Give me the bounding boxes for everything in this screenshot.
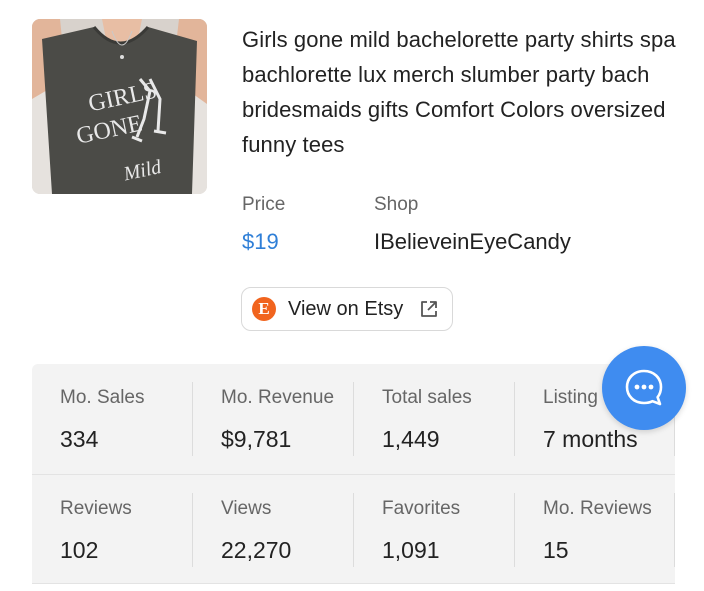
- stat-label: Reviews: [60, 498, 132, 519]
- stat-value: 102: [60, 537, 99, 563]
- shirt-illustration: GIRLS GONE Mild: [32, 19, 207, 194]
- stat-value: 1,449: [382, 426, 440, 452]
- stat-label: Mo. Reviews: [543, 498, 652, 519]
- stat-label: Listing: [543, 387, 598, 408]
- price-label: Price: [242, 194, 286, 215]
- chat-bubble-icon: [625, 369, 663, 406]
- stat-label: Views: [221, 498, 272, 519]
- price-value: $19: [242, 229, 279, 254]
- stats-row: Reviews 102 Views 22,270 Favorites 1,091…: [32, 474, 675, 584]
- stat-divider: [514, 382, 515, 456]
- product-image[interactable]: GIRLS GONE Mild: [32, 19, 207, 194]
- stat-value: 1,091: [382, 537, 440, 563]
- stat-divider: [192, 493, 193, 567]
- stat-label: Mo. Sales: [60, 387, 145, 408]
- stats-panel: Mo. Sales 334 Mo. Revenue $9,781 Total s…: [32, 364, 675, 584]
- stat-label: Favorites: [382, 498, 461, 519]
- stat-value: 7 months: [543, 426, 638, 452]
- stat-divider: [674, 493, 675, 567]
- stat-value: 15: [543, 537, 569, 563]
- view-on-etsy-label: View on Etsy: [288, 297, 404, 320]
- stat-divider: [514, 493, 515, 567]
- etsy-logo-icon: E: [252, 297, 276, 321]
- stat-label: Total sales: [382, 387, 472, 408]
- shop-label: Shop: [374, 194, 419, 215]
- stat-value: $9,781: [221, 426, 292, 452]
- view-on-etsy-button[interactable]: E View on Etsy: [241, 287, 453, 331]
- shop-name-link[interactable]: IBelieveinEyeCandy: [374, 229, 571, 255]
- stat-label: Mo. Revenue: [221, 387, 335, 408]
- stats-row: Mo. Sales 334 Mo. Revenue $9,781 Total s…: [32, 364, 675, 474]
- stat-value: 22,270: [221, 537, 292, 563]
- stats-bottom-border: [32, 583, 675, 584]
- product-title: Girls gone mild bachelorette party shirt…: [242, 27, 676, 157]
- stat-divider: [192, 382, 193, 456]
- external-link-icon: [419, 299, 439, 319]
- chat-button[interactable]: [602, 346, 686, 430]
- stat-divider: [353, 493, 354, 567]
- stat-divider: [353, 382, 354, 456]
- stat-value: 334: [60, 426, 99, 452]
